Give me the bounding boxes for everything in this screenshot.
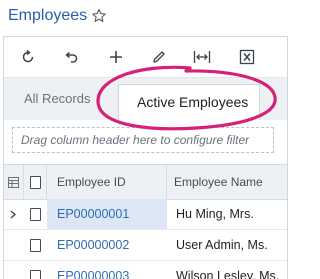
tab-active-employees[interactable]: Active Employees <box>118 84 260 121</box>
employee-id-link[interactable]: EP00000001 <box>47 199 167 229</box>
employee-id-link[interactable]: EP00000003 <box>47 261 167 279</box>
table-row[interactable]: EP00000001 Hu Ming, Mrs. <box>4 199 287 230</box>
row-notes-cell[interactable] <box>24 199 46 229</box>
column-employee-id[interactable]: Employee ID <box>47 165 167 199</box>
filter-placeholder: Drag column header here to configure fil… <box>21 133 250 147</box>
page-title: Employees <box>8 7 88 24</box>
fit-to-screen-icon[interactable] <box>192 47 212 67</box>
row-current-indicator-icon <box>6 199 20 229</box>
employee-name-cell: User Admin, Ms. <box>176 238 268 252</box>
notes-icon <box>29 238 41 252</box>
edit-icon[interactable] <box>149 47 169 67</box>
toolbar <box>4 37 287 78</box>
employee-name-cell: Wilson Lesley, Ms. <box>176 269 280 279</box>
export-excel-icon[interactable] <box>237 47 257 67</box>
app-frame: Employees All Records Active Employees D… <box>0 0 290 279</box>
employee-name-cell: Hu Ming, Mrs. <box>176 207 254 221</box>
star-icon[interactable] <box>91 8 107 24</box>
notes-icon <box>29 207 41 221</box>
filter-drop-zone[interactable]: Drag column header here to configure fil… <box>12 127 274 153</box>
column-settings-icon[interactable] <box>4 165 24 199</box>
tab-all-records[interactable]: All Records <box>24 91 90 106</box>
grid-header: Employee ID Employee Name <box>4 164 287 200</box>
refresh-icon[interactable] <box>18 47 38 67</box>
row-notes-cell[interactable] <box>24 261 46 279</box>
employees-grid: Employee ID Employee Name EP00000001 Hu … <box>4 164 287 279</box>
notes-icon <box>29 175 41 189</box>
column-employee-name[interactable]: Employee Name <box>168 165 287 199</box>
row-notes-cell[interactable] <box>24 230 46 260</box>
add-icon[interactable] <box>106 47 126 67</box>
tab-active-employees-label: Active Employees <box>137 94 249 110</box>
filter-area: Drag column header here to configure fil… <box>4 120 287 164</box>
title-bar: Employees <box>0 0 290 36</box>
undo-icon[interactable] <box>61 47 81 67</box>
notes-icon <box>29 269 41 279</box>
table-row[interactable]: EP00000002 User Admin, Ms. <box>4 230 287 261</box>
tab-strip: All Records Active Employees <box>4 78 287 121</box>
employee-id-link[interactable]: EP00000002 <box>47 230 167 260</box>
table-row[interactable]: EP00000003 Wilson Lesley, Ms. <box>4 261 287 279</box>
header-notes-cell <box>24 165 47 199</box>
grid-panel: All Records Active Employees Drag column… <box>3 36 288 279</box>
